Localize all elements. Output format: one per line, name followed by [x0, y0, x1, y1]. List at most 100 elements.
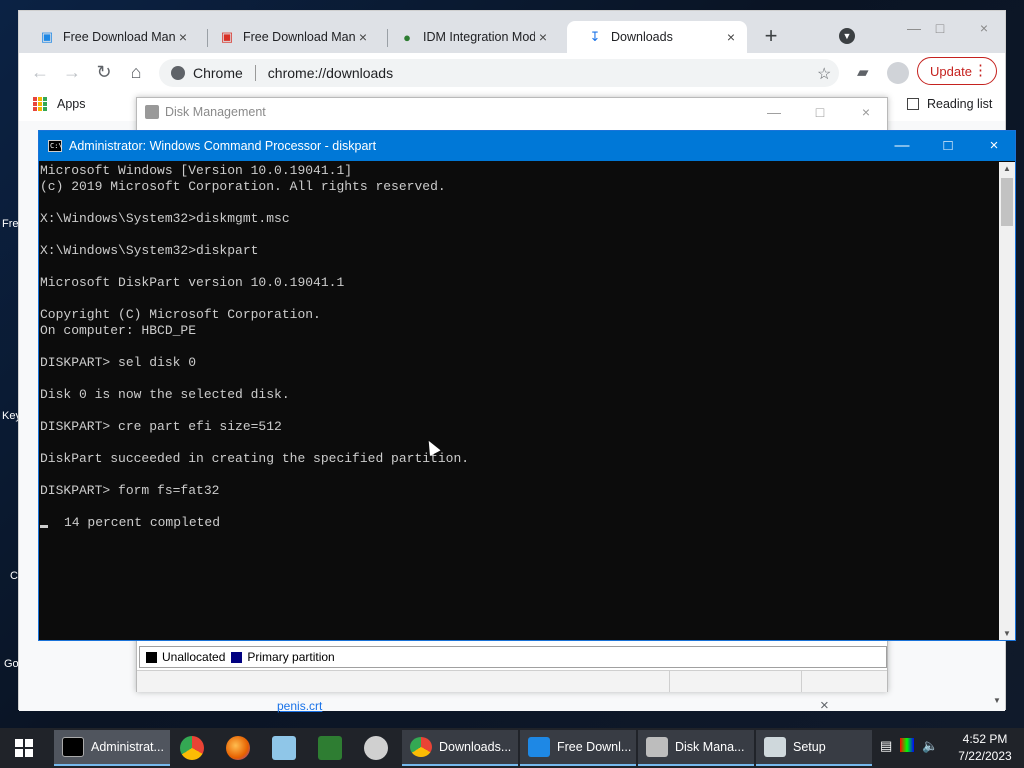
console-line: Disk 0 is now the selected disk.	[40, 387, 290, 402]
close-icon[interactable]: ×	[971, 135, 1017, 157]
chrome-icon[interactable]	[180, 736, 204, 760]
close-icon[interactable]: ×	[175, 29, 191, 45]
close-icon[interactable]: ×	[723, 29, 739, 45]
partition-legend: Unallocated Primary partition	[139, 646, 887, 668]
notes-app-icon[interactable]	[272, 736, 296, 760]
forward-icon[interactable]: →	[61, 61, 83, 83]
apps-link[interactable]: Apps	[57, 97, 86, 111]
status-bar	[137, 670, 887, 692]
taskbar-item-downloads[interactable]: Downloads...	[402, 730, 518, 766]
close-icon[interactable]: ×	[535, 29, 551, 45]
console-line: On computer: HBCD_PE	[40, 323, 197, 338]
extensions-icon[interactable]: ▰	[857, 63, 869, 81]
profile-avatar[interactable]	[887, 62, 909, 84]
tab-free-download-manager-1[interactable]: ▣ Free Download Mana ×	[19, 21, 199, 53]
text-cursor	[40, 525, 48, 528]
apps-icon[interactable]	[33, 97, 47, 111]
fdm-icon: ▣	[40, 29, 54, 44]
command-prompt-titlebar: C:\ Administrator: Windows Command Proce…	[39, 131, 1015, 161]
console-line: DISKPART> sel disk 0	[40, 355, 197, 370]
maximize-icon[interactable]: □	[925, 135, 971, 157]
tab-downloads[interactable]: ↧ Downloads ×	[567, 21, 747, 53]
primary-partition-swatch	[231, 651, 243, 663]
scroll-down-icon[interactable]: ▼	[1003, 629, 1011, 638]
console-line: DISKPART> form fs=fat32	[40, 483, 220, 498]
reading-list-label: Reading list	[927, 97, 993, 111]
close-window-icon[interactable]: ×	[961, 17, 1007, 39]
minimize-icon[interactable]: —	[751, 101, 797, 123]
download-file-link[interactable]: penis.crt	[277, 699, 322, 713]
console-line: DiskPart succeeded in creating the speci…	[40, 451, 470, 466]
scroll-up-icon[interactable]: ▲	[1003, 164, 1011, 173]
fdm-icon	[528, 737, 550, 757]
remove-download-icon[interactable]: ×	[820, 697, 829, 714]
taskbar-item-disk-management[interactable]: Disk Mana...	[638, 730, 754, 766]
taskbar-item-free-download-manager[interactable]: Free Downl...	[520, 730, 636, 766]
maximize-icon[interactable]: □	[797, 101, 843, 123]
disk-management-title: Disk Management	[165, 105, 266, 119]
desktop-label-c[interactable]: C	[10, 570, 18, 582]
utility-app-icon[interactable]	[364, 736, 388, 760]
spreadsheet-icon[interactable]	[318, 736, 342, 760]
console-line: Microsoft DiskPart version 10.0.19041.1	[40, 275, 345, 290]
disk-management-icon	[646, 737, 668, 757]
scroll-down-icon[interactable]: ▼	[993, 696, 1001, 705]
maximize-icon[interactable]: □	[917, 17, 963, 39]
bookmark-star-icon[interactable]: ☆	[817, 64, 831, 84]
start-button[interactable]	[0, 728, 48, 768]
vertical-scrollbar[interactable]: ▲ ▼	[999, 162, 1015, 640]
console-icon: C:\	[48, 140, 63, 152]
reading-list-button[interactable]: Reading list	[907, 97, 992, 111]
close-icon[interactable]: ×	[843, 101, 889, 123]
tab-strip: ▣ Free Download Mana × ▣ Free Download M…	[19, 11, 1005, 53]
progress-line: 14 percent completed	[40, 515, 1001, 531]
idm-icon: ●	[403, 29, 411, 45]
taskbar-item-setup[interactable]: Setup	[756, 730, 872, 766]
firefox-icon[interactable]	[226, 736, 250, 760]
scrollbar-thumb[interactable]	[1001, 178, 1013, 226]
tab-label: Free Download Mana	[243, 30, 355, 44]
status-divider	[669, 671, 670, 692]
site-info: Chrome	[159, 65, 243, 81]
close-icon[interactable]: ×	[355, 29, 371, 45]
command-prompt-window: C:\ Administrator: Windows Command Proce…	[38, 130, 1016, 641]
windows-logo-icon	[15, 739, 33, 757]
disk-management-icon	[145, 105, 159, 119]
update-button[interactable]: Update ⋮	[917, 57, 997, 85]
update-label: Update	[930, 63, 972, 79]
tab-free-download-manager-2[interactable]: ▣ Free Download Mana ×	[199, 21, 379, 53]
volume-muted-icon[interactable]: 🔈	[922, 738, 938, 754]
desktop-label-go[interactable]: Go	[4, 658, 19, 670]
taskbar-label: Free Downl...	[557, 740, 632, 754]
address-bar[interactable]: Chrome chrome://downloads	[159, 59, 839, 87]
new-tab-button[interactable]: +	[759, 25, 783, 49]
tab-search-icon[interactable]: ▼	[839, 28, 855, 44]
system-tray: ▤ 🔈	[880, 738, 938, 754]
legend-unallocated: Unallocated	[162, 650, 226, 664]
minimize-icon[interactable]: —	[879, 135, 925, 157]
console-line: X:\Windows\System32>diskpart	[40, 243, 259, 258]
color-app-icon[interactable]	[900, 738, 915, 752]
tab-idm-integration[interactable]: ● IDM Integration Mod ×	[379, 21, 559, 53]
desktop-label-fre[interactable]: Fre	[2, 218, 19, 230]
network-icon[interactable]: ▤	[880, 738, 892, 754]
clock[interactable]: 4:52 PM 7/22/2023	[950, 731, 1020, 765]
taskbar-label: Administrat...	[91, 740, 164, 754]
reload-icon[interactable]: ↻	[93, 61, 115, 83]
console-output[interactable]: Microsoft Windows [Version 10.0.19041.1]…	[39, 162, 1001, 640]
taskbar-label: Setup	[793, 740, 826, 754]
console-line: X:\Windows\System32>diskmgmt.msc	[40, 211, 290, 226]
back-icon[interactable]: ←	[29, 61, 51, 83]
fdm-icon: ▣	[220, 29, 234, 44]
home-icon[interactable]: ⌂	[125, 61, 147, 83]
taskbar-item-administrator[interactable]: Administrat...	[54, 730, 170, 766]
site-label: Chrome	[193, 65, 243, 81]
reading-list-icon	[907, 98, 919, 110]
disk-management-titlebar: Disk Management — □ ×	[137, 98, 887, 126]
